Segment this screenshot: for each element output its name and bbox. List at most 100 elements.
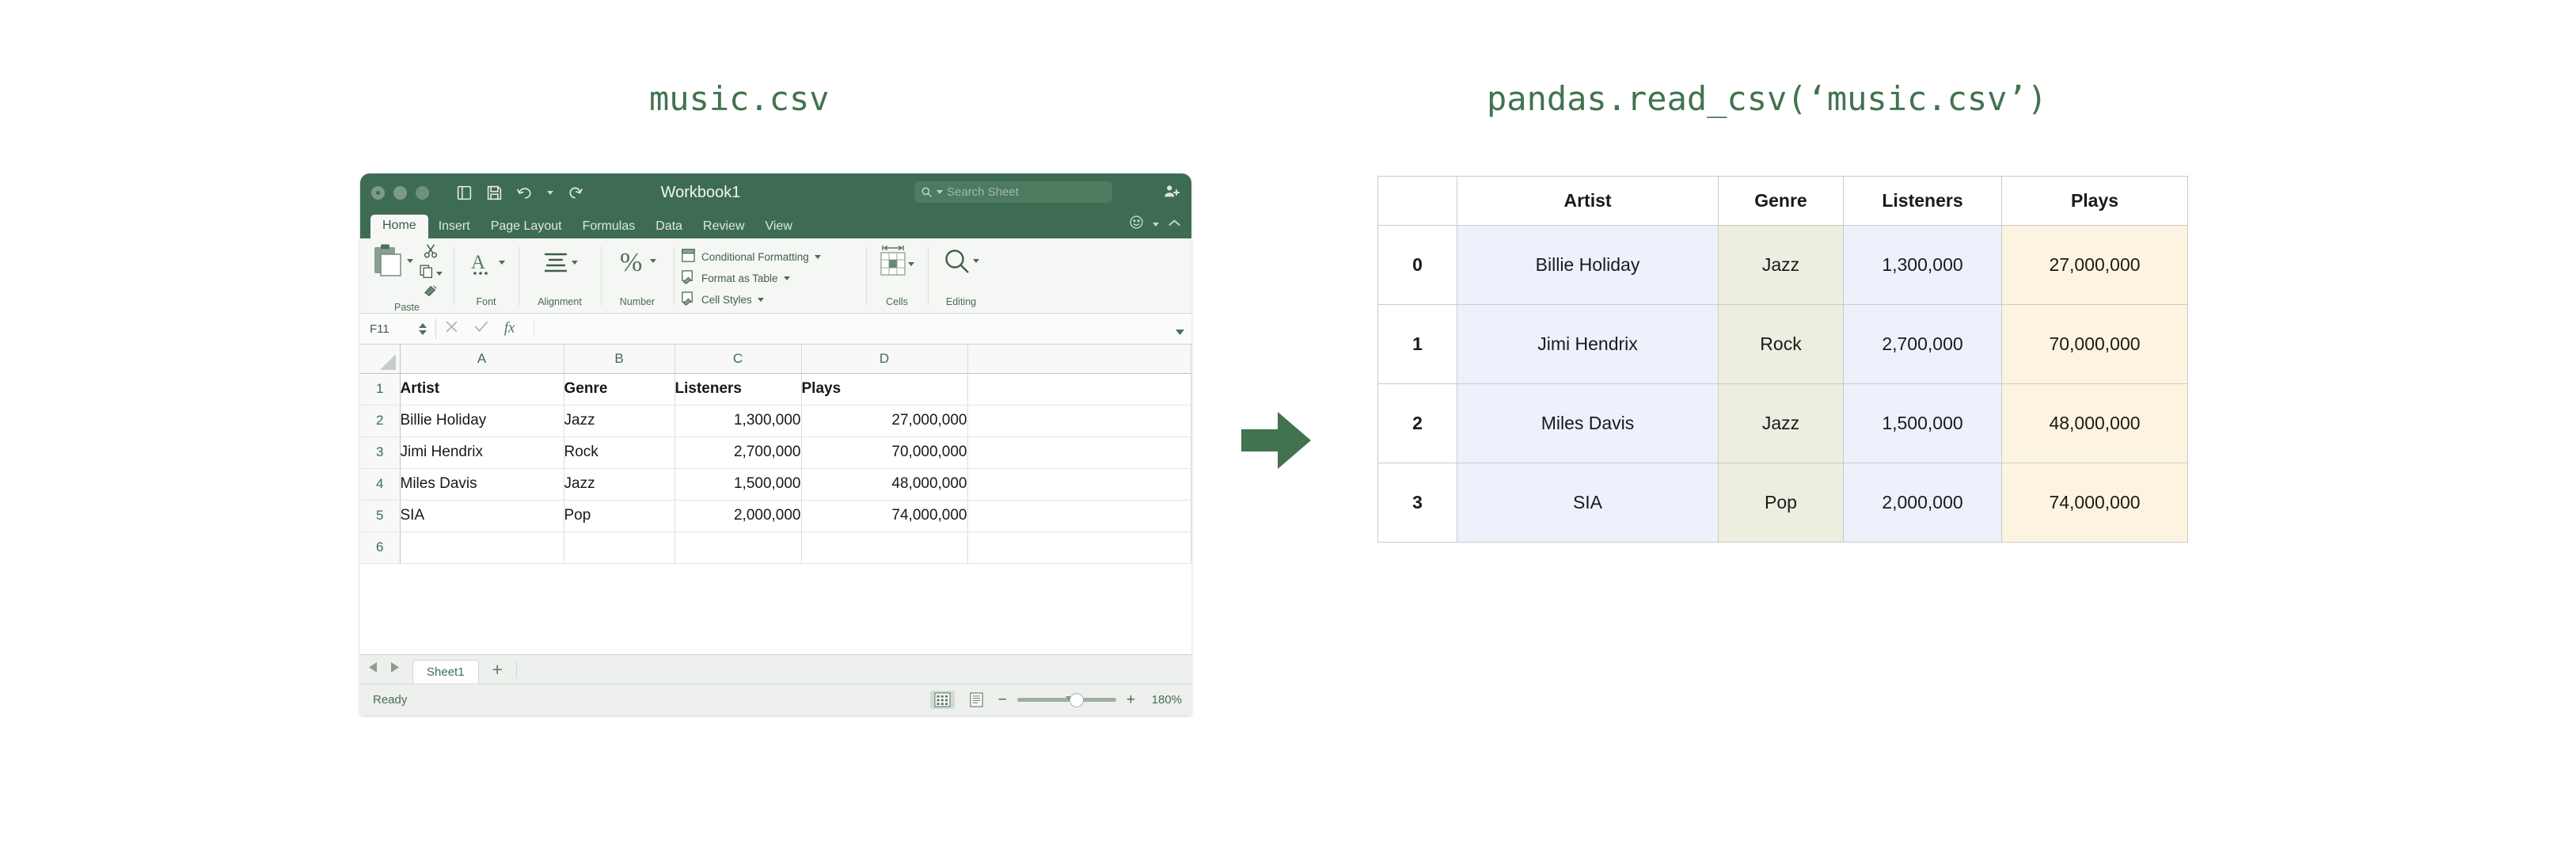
alignment-icon[interactable]	[542, 251, 569, 279]
search-dropdown-caret-icon[interactable]	[937, 190, 943, 194]
cell-c1[interactable]: Listeners	[674, 373, 802, 406]
cell-a6[interactable]	[400, 531, 564, 564]
smiley-feedback-icon[interactable]	[1129, 215, 1144, 234]
cell-e2[interactable]	[967, 405, 1191, 437]
zoom-out-button[interactable]: −	[998, 692, 1007, 707]
cell-d3[interactable]: 70,000,000	[801, 436, 968, 469]
row-header-6[interactable]: 6	[360, 531, 401, 564]
cell-b2[interactable]: Jazz	[564, 405, 675, 437]
zoom-slider[interactable]	[1016, 692, 1116, 707]
cell-e3[interactable]	[967, 436, 1191, 469]
add-sheet-button[interactable]: +	[479, 660, 516, 679]
paste-icon[interactable]	[371, 243, 405, 282]
cell-styles-item[interactable]: Cell Styles	[681, 291, 821, 308]
tab-data[interactable]: Data	[645, 216, 693, 238]
tab-review[interactable]: Review	[693, 216, 754, 238]
tab-page-layout[interactable]: Page Layout	[481, 216, 572, 238]
percent-icon[interactable]: %	[619, 246, 648, 280]
column-header-b[interactable]: B	[564, 345, 675, 374]
cell-e4[interactable]	[967, 468, 1191, 501]
name-box-spinner[interactable]	[419, 322, 427, 335]
cell-a3[interactable]: Jimi Hendrix	[400, 436, 564, 469]
select-all-corner[interactable]	[360, 345, 401, 374]
feedback-dropdown-caret-icon[interactable]	[1153, 222, 1159, 227]
cells-dropdown-caret-icon[interactable]	[907, 262, 914, 266]
font-dropdown-caret-icon[interactable]	[498, 261, 505, 265]
conditional-formatting-caret-icon[interactable]	[814, 254, 821, 259]
row-header-1[interactable]: 1	[360, 373, 401, 406]
cell-b6[interactable]	[564, 531, 675, 564]
tab-insert[interactable]: Insert	[428, 216, 481, 238]
cell-e1[interactable]	[967, 373, 1191, 406]
cell-c2[interactable]: 1,300,000	[674, 405, 802, 437]
tab-home[interactable]: Home	[370, 215, 428, 238]
cell-d5[interactable]: 74,000,000	[801, 500, 968, 532]
undo-dropdown-caret-icon[interactable]	[547, 191, 553, 195]
cell-styles-caret-icon[interactable]	[757, 297, 764, 302]
redo-icon[interactable]	[567, 185, 583, 201]
format-as-table-item[interactable]: Format as Table	[681, 269, 821, 287]
alignment-dropdown-caret-icon[interactable]	[571, 261, 578, 265]
cell-d2[interactable]: 27,000,000	[801, 405, 968, 437]
cell-b3[interactable]: Rock	[564, 436, 675, 469]
cells-grid-icon[interactable]	[880, 252, 906, 276]
share-user-icon[interactable]	[1163, 183, 1180, 204]
font-icon[interactable]: A	[468, 250, 496, 282]
close-button[interactable]	[371, 186, 385, 200]
cell-a5[interactable]: SIA	[400, 500, 564, 532]
format-as-table-caret-icon[interactable]	[783, 276, 790, 280]
save-icon[interactable]	[486, 185, 503, 201]
previous-sheet-icon[interactable]	[368, 661, 378, 677]
name-box[interactable]: F11	[370, 322, 419, 336]
zoom-in-button[interactable]: +	[1127, 692, 1135, 707]
cell-e6[interactable]	[967, 531, 1191, 564]
column-header-c[interactable]: C	[674, 345, 802, 374]
new-document-icon[interactable]	[456, 185, 473, 201]
page-layout-view-icon[interactable]	[965, 691, 988, 709]
column-header-a[interactable]: A	[400, 345, 564, 374]
number-dropdown-caret-icon[interactable]	[649, 259, 656, 263]
editing-search-icon[interactable]	[944, 248, 971, 279]
format-painter-icon[interactable]	[423, 284, 439, 302]
cell-c5[interactable]: 2,000,000	[674, 500, 802, 532]
cell-e5[interactable]	[967, 500, 1191, 532]
cell-a4[interactable]: Miles Davis	[400, 468, 564, 501]
cancel-formula-icon[interactable]	[444, 319, 459, 338]
normal-view-icon[interactable]	[929, 691, 955, 709]
tab-formulas[interactable]: Formulas	[572, 216, 646, 238]
cell-a1[interactable]: Artist	[400, 373, 564, 406]
sheet-tab-sheet1[interactable]: Sheet1	[412, 659, 479, 684]
collapse-ribbon-chevron-icon[interactable]	[1168, 217, 1181, 231]
insert-function-icon[interactable]: fx	[503, 318, 522, 340]
copy-icon[interactable]	[419, 264, 434, 283]
column-header-d[interactable]: D	[801, 345, 968, 374]
tab-view[interactable]: View	[755, 216, 803, 238]
cell-b4[interactable]: Jazz	[564, 468, 675, 501]
copy-dropdown-caret-icon[interactable]	[436, 271, 443, 276]
search-input-placeholder[interactable]: Search Sheet	[947, 185, 1019, 199]
undo-icon[interactable]	[516, 185, 534, 201]
paste-dropdown-caret-icon[interactable]	[407, 259, 413, 263]
row-header-5[interactable]: 5	[360, 500, 401, 532]
cell-b1[interactable]: Genre	[564, 373, 675, 406]
cell-c4[interactable]: 1,500,000	[674, 468, 802, 501]
cell-c3[interactable]: 2,700,000	[674, 436, 802, 469]
cell-d6[interactable]	[801, 531, 968, 564]
conditional-formatting-item[interactable]: Conditional Formatting	[681, 248, 821, 265]
row-header-4[interactable]: 4	[360, 468, 401, 501]
confirm-formula-icon[interactable]	[473, 319, 489, 338]
formula-bar-expand-caret-icon[interactable]	[1176, 326, 1184, 340]
minimize-button[interactable]	[393, 186, 407, 200]
search-sheet-box[interactable]: Search Sheet	[914, 181, 1112, 203]
next-sheet-icon[interactable]	[389, 661, 400, 677]
cell-c6[interactable]	[674, 531, 802, 564]
cell-a2[interactable]: Billie Holiday	[400, 405, 564, 437]
row-header-2[interactable]: 2	[360, 405, 401, 437]
cell-b5[interactable]: Pop	[564, 500, 675, 532]
cell-d1[interactable]: Plays	[801, 373, 968, 406]
cut-scissors-icon[interactable]	[423, 243, 439, 263]
cell-d4[interactable]: 48,000,000	[801, 468, 968, 501]
column-header-e[interactable]	[967, 345, 1191, 374]
editing-dropdown-caret-icon[interactable]	[972, 259, 979, 263]
row-header-3[interactable]: 3	[360, 436, 401, 469]
